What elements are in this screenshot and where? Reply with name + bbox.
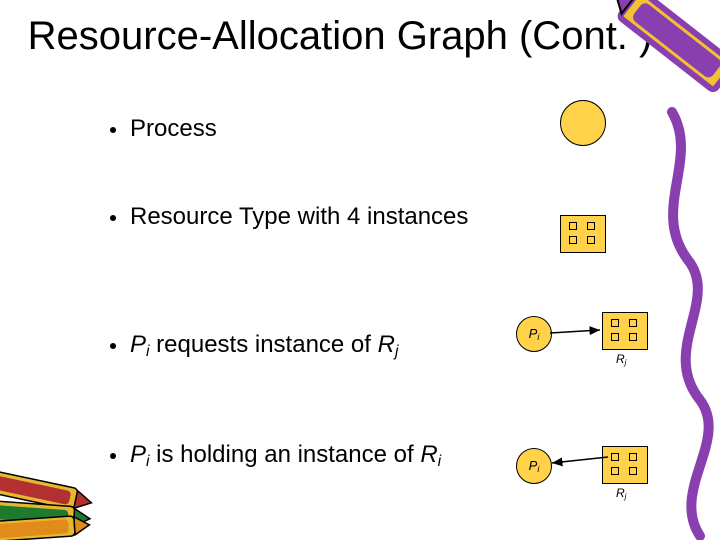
bullet-dot-icon bbox=[110, 215, 116, 221]
instance-dot bbox=[611, 319, 619, 327]
resource-label-request: Rj bbox=[616, 352, 626, 367]
instance-dot bbox=[569, 236, 577, 244]
instance-dot bbox=[629, 453, 637, 461]
process-node-holding: Pi bbox=[516, 448, 552, 484]
bullet-requests: Pi requests instance of Rj bbox=[110, 331, 470, 361]
slide: Resource-Allocation Graph (Cont. ) Proce… bbox=[0, 0, 720, 540]
resource-label-holding: Rj bbox=[616, 486, 626, 501]
instance-dot bbox=[611, 467, 619, 475]
bullet-resource-type: Resource Type with 4 instances bbox=[110, 203, 470, 231]
instance-dot bbox=[587, 222, 595, 230]
crayon-bottom-left-icon bbox=[0, 470, 94, 540]
slide-title: Resource-Allocation Graph (Cont. ) bbox=[0, 14, 680, 58]
req-mid: requests instance of bbox=[149, 331, 377, 358]
bullet-text: Pi is holding an instance of Ri bbox=[130, 441, 441, 471]
process-node-request: Pi bbox=[516, 316, 552, 352]
pi-p: P bbox=[130, 331, 146, 358]
bullet-dot-icon bbox=[110, 127, 116, 133]
rj-sub: j bbox=[395, 343, 398, 360]
bullet-list: Process Resource Type with 4 instances P… bbox=[110, 115, 470, 471]
instance-dot bbox=[569, 222, 577, 230]
bullet-text: Pi requests instance of Rj bbox=[130, 331, 398, 361]
r-label: R bbox=[616, 486, 625, 500]
r-sub: j bbox=[625, 492, 627, 501]
pi-p2: P bbox=[130, 441, 146, 468]
p-sub: i bbox=[537, 332, 539, 342]
instance-dot bbox=[629, 333, 637, 341]
bullet-dot-icon bbox=[110, 453, 116, 459]
process-symbol bbox=[560, 100, 606, 146]
purple-squiggle-decoration bbox=[672, 112, 709, 536]
hold-mid: is holding an instance of bbox=[149, 441, 420, 468]
resource-box-4 bbox=[560, 215, 606, 253]
ri-r: R bbox=[420, 441, 437, 468]
instance-dot bbox=[629, 319, 637, 327]
assignment-edge-arrow bbox=[552, 457, 608, 463]
instance-dot bbox=[611, 333, 619, 341]
r-sub: j bbox=[625, 358, 627, 367]
request-edge-arrow bbox=[550, 330, 600, 333]
bullet-process: Process bbox=[110, 115, 470, 143]
bullet-text: Process bbox=[130, 115, 217, 143]
bullet-dot-icon bbox=[110, 343, 116, 349]
instance-dot bbox=[611, 453, 619, 461]
resource-box-request bbox=[602, 312, 648, 350]
r-label: R bbox=[616, 352, 625, 366]
bullet-holding: Pi is holding an instance of Ri bbox=[110, 441, 470, 471]
ri-sub: i bbox=[438, 453, 441, 470]
instance-dot bbox=[587, 236, 595, 244]
resource-box-holding bbox=[602, 446, 648, 484]
p-sub: i bbox=[537, 464, 539, 474]
instance-dot bbox=[629, 467, 637, 475]
rj-r: R bbox=[378, 331, 395, 358]
bullet-text: Resource Type with 4 instances bbox=[130, 203, 468, 231]
